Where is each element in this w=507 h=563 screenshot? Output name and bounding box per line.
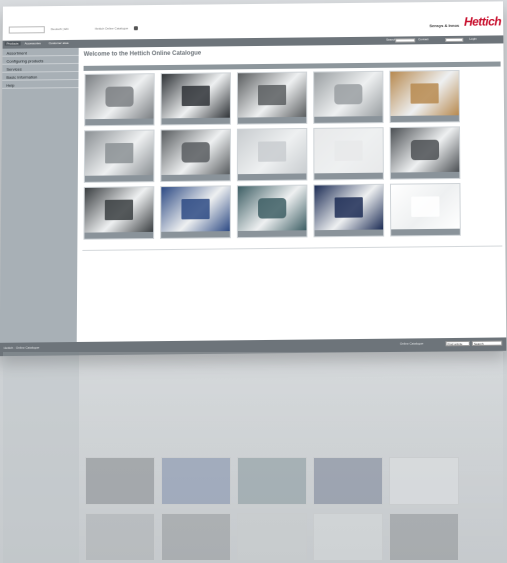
document-image bbox=[390, 183, 460, 230]
footer-right-text: Online Catalogue bbox=[399, 341, 424, 346]
tile-caption-bar bbox=[390, 171, 460, 179]
header-tagline: Hettich Online Catalogue bbox=[94, 26, 129, 31]
product-shape bbox=[334, 84, 363, 105]
nav-item-contact[interactable]: Contact bbox=[418, 37, 428, 41]
tile-caption-bar bbox=[314, 172, 383, 180]
nav-login-input[interactable] bbox=[445, 37, 464, 43]
nav-item-login[interactable]: Login bbox=[469, 37, 476, 41]
tile-caption-bar bbox=[390, 115, 459, 123]
lift-system-image bbox=[161, 73, 230, 119]
handle-bar-image bbox=[237, 185, 307, 232]
catalogue-tile[interactable] bbox=[83, 129, 155, 183]
catalogue-tile[interactable] bbox=[83, 186, 155, 240]
product-shape bbox=[334, 140, 363, 162]
product-shape bbox=[410, 139, 440, 161]
print-icon[interactable] bbox=[133, 26, 138, 31]
catalogue-tile[interactable] bbox=[313, 127, 384, 181]
catalogue-tile[interactable] bbox=[389, 126, 461, 180]
fitting-kit-image bbox=[84, 187, 154, 233]
header: Deutsch | EN Hettich Online Catalogue Se… bbox=[2, 1, 504, 41]
configurator-image bbox=[314, 184, 384, 231]
reflection-tile bbox=[313, 513, 383, 561]
app-window: Deutsch | EN Hettich Online Catalogue Se… bbox=[0, 1, 507, 357]
concealed-hinge-image bbox=[85, 74, 154, 120]
reflection-tile bbox=[161, 457, 231, 505]
reflection-tile bbox=[237, 457, 307, 505]
drawer-system-image bbox=[314, 71, 383, 117]
nav-search-input[interactable] bbox=[395, 38, 416, 43]
tile-caption-bar bbox=[237, 116, 307, 124]
nav-item-products[interactable]: Products bbox=[4, 41, 21, 46]
window-reflection bbox=[3, 352, 503, 563]
tile-caption-bar bbox=[85, 118, 154, 126]
cad-model-image bbox=[161, 186, 230, 232]
tile-caption-bar bbox=[391, 228, 460, 236]
product-shape bbox=[258, 197, 287, 219]
tile-caption-bar bbox=[314, 116, 383, 123]
reflection-tile bbox=[85, 513, 155, 561]
catalogue-tile[interactable] bbox=[313, 183, 385, 238]
language-switch[interactable]: Deutsch | EN bbox=[51, 27, 69, 31]
reflection-tile bbox=[313, 457, 383, 505]
reflection-sidebar bbox=[3, 352, 79, 563]
catalogue-tile[interactable] bbox=[84, 73, 155, 127]
product-overview-image bbox=[390, 127, 460, 173]
divider bbox=[82, 245, 503, 251]
catalogue-tile[interactable] bbox=[160, 185, 231, 239]
footer-find-field[interactable]: Find article bbox=[445, 340, 470, 347]
product-shape bbox=[105, 142, 134, 164]
catalogue-tile[interactable] bbox=[236, 127, 308, 182]
catalogue-tile[interactable] bbox=[389, 69, 460, 124]
header-slogan: Sensys & Innos bbox=[429, 22, 460, 29]
main-content: Welcome to the Hettich Online Catalogue bbox=[79, 43, 507, 342]
footer-left-text: Hettich · Online Catalogue bbox=[3, 345, 40, 350]
handle-image bbox=[237, 128, 307, 175]
reflection-tile bbox=[237, 513, 307, 561]
office-furniture-image bbox=[84, 130, 154, 176]
tile-caption-bar bbox=[161, 174, 230, 182]
product-shape bbox=[258, 84, 287, 106]
reflection-tile bbox=[389, 457, 459, 505]
catalogue-tile[interactable] bbox=[236, 184, 308, 239]
tile-caption-bar bbox=[314, 229, 384, 237]
catalogue-tile[interactable] bbox=[160, 72, 231, 126]
catalogue-tile[interactable] bbox=[160, 128, 231, 183]
reflection-tile bbox=[85, 457, 155, 505]
tile-caption-bar bbox=[237, 230, 307, 238]
reflection-tile bbox=[161, 513, 231, 561]
nav-item-accessories[interactable]: Accessories bbox=[25, 41, 41, 45]
product-shape bbox=[104, 199, 134, 221]
sidebar: Assortment Configuring products Services… bbox=[0, 47, 79, 343]
sidebar-item-help[interactable]: Help bbox=[2, 79, 79, 89]
nav-item-customer-area[interactable]: Customer area bbox=[49, 41, 69, 45]
desk-image bbox=[161, 129, 230, 175]
product-shape bbox=[258, 141, 287, 162]
product-shape bbox=[334, 197, 363, 218]
tile-caption-bar bbox=[237, 173, 307, 181]
tile-caption-bar bbox=[84, 175, 154, 182]
catalogue-tile[interactable] bbox=[313, 70, 384, 124]
catalogue-tile[interactable] bbox=[389, 182, 461, 237]
header-search-field[interactable] bbox=[8, 26, 45, 34]
drawer-box-image bbox=[390, 70, 459, 116]
product-shape bbox=[181, 85, 210, 107]
reflection-tile bbox=[389, 513, 459, 561]
product-shape bbox=[410, 83, 439, 104]
product-shape bbox=[411, 196, 440, 217]
tile-caption-bar bbox=[161, 117, 230, 125]
sliding-door-image bbox=[237, 72, 307, 118]
footer-search-field[interactable]: Search bbox=[471, 340, 503, 347]
product-shape bbox=[105, 86, 134, 107]
cabinet-image bbox=[314, 128, 383, 174]
tile-caption-bar bbox=[161, 231, 230, 238]
catalogue-tile[interactable] bbox=[236, 71, 308, 125]
hettich-logo[interactable]: Hettich bbox=[464, 14, 501, 28]
product-shape bbox=[181, 198, 210, 220]
tile-caption-bar bbox=[84, 231, 154, 239]
page-title: Welcome to the Hettich Online Catalogue bbox=[83, 50, 202, 58]
product-shape bbox=[181, 142, 210, 163]
